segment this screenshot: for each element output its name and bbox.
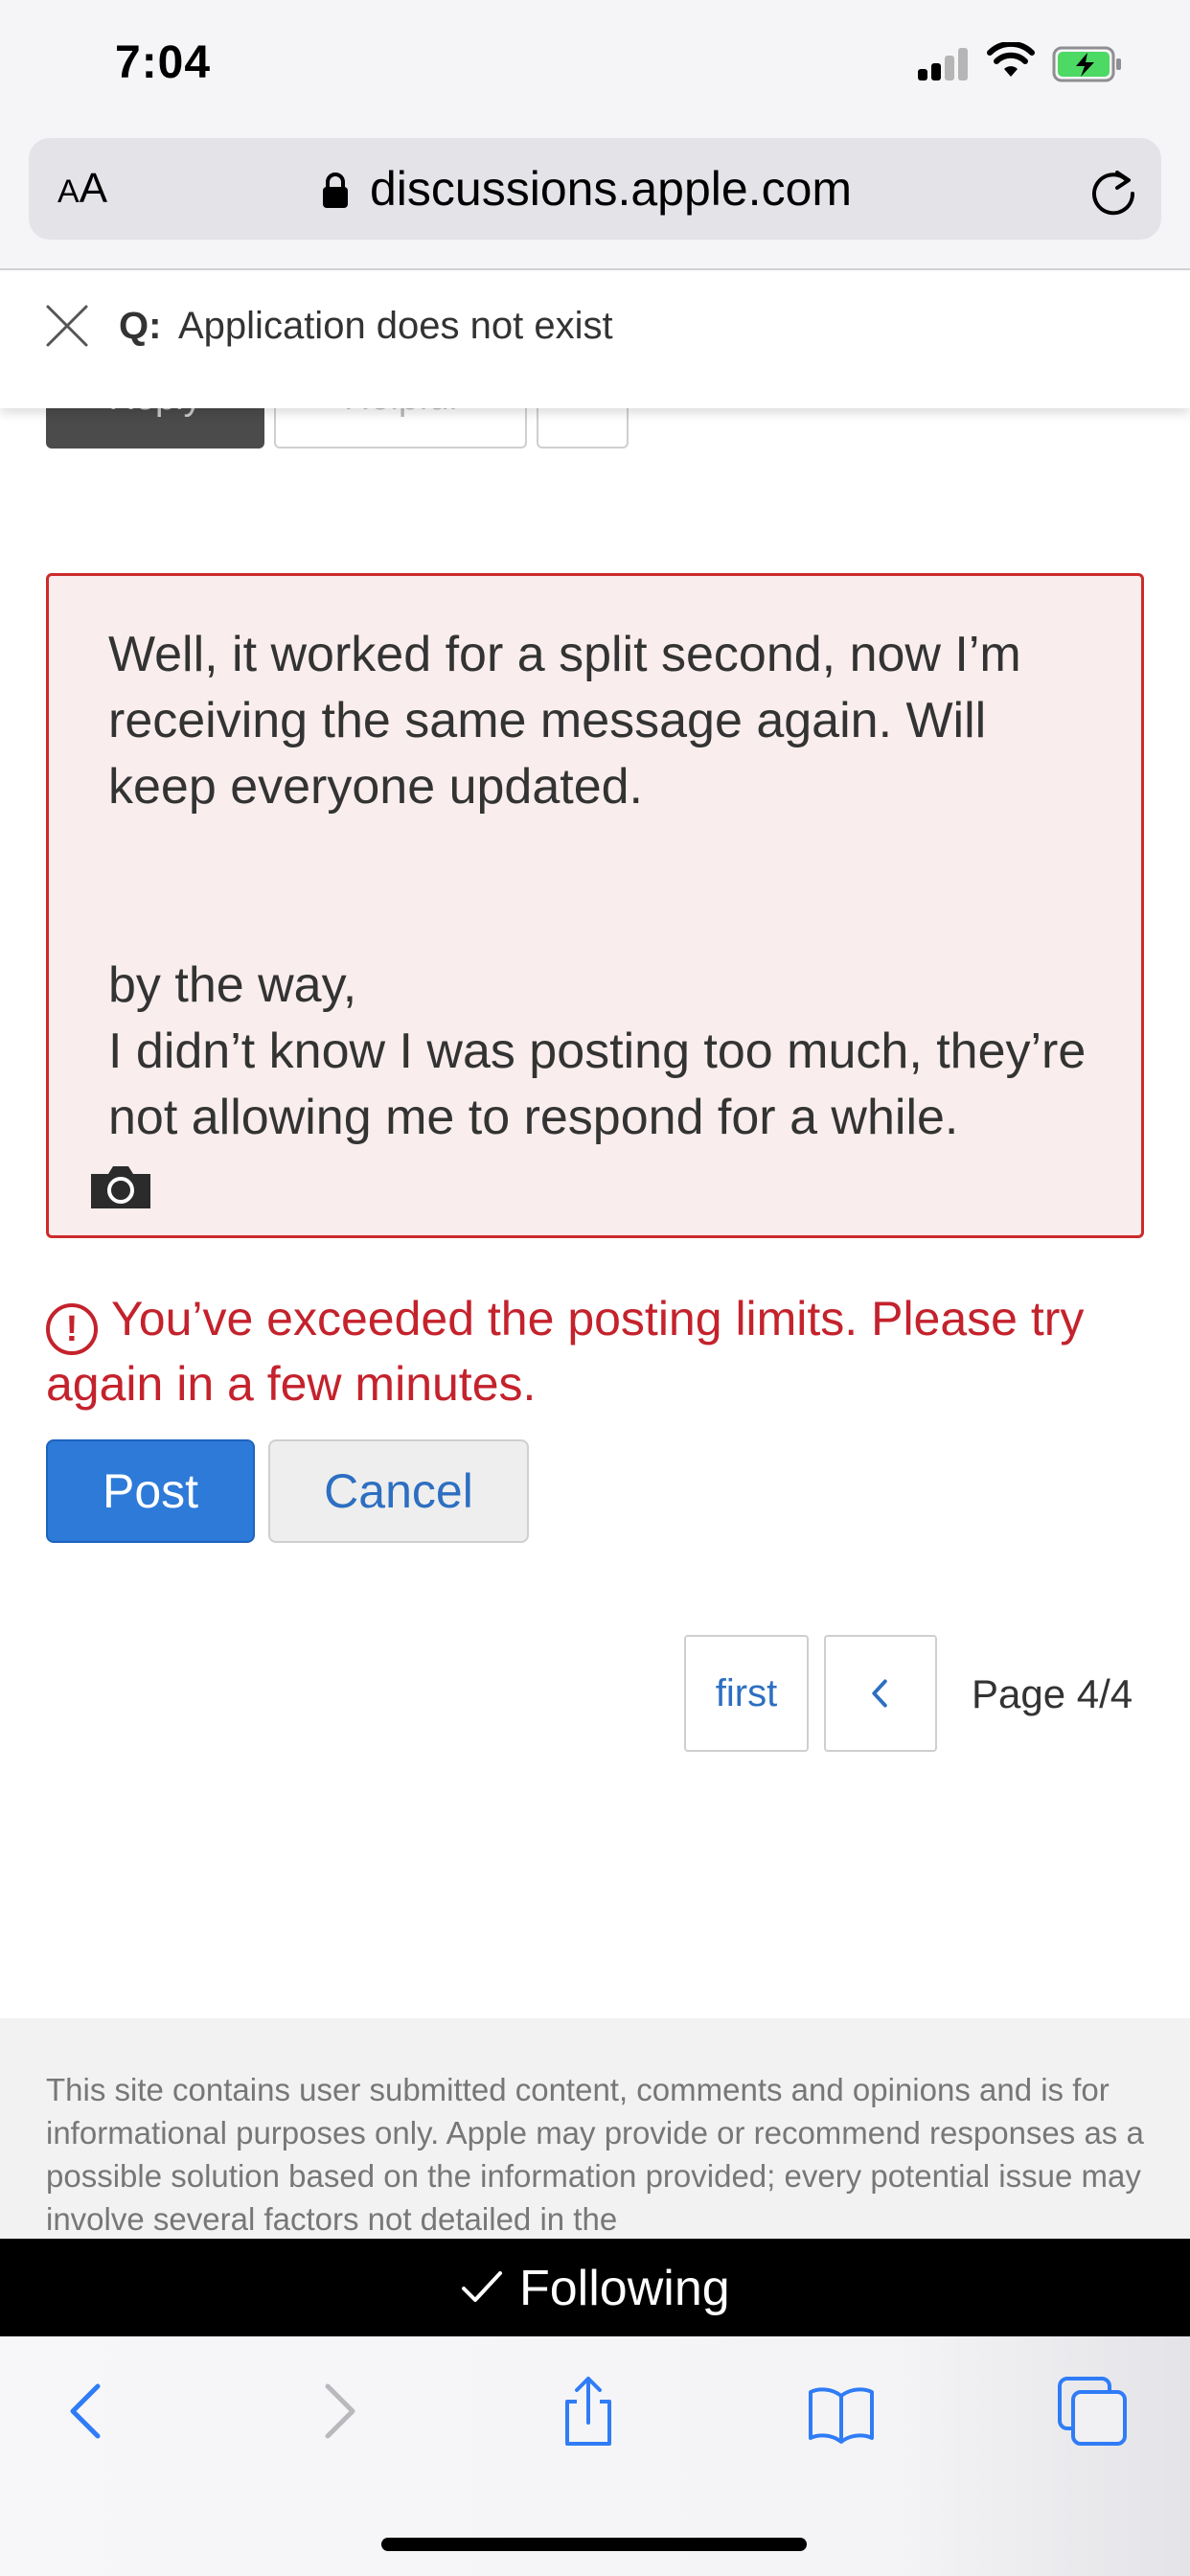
reply-line: by the way, (108, 957, 357, 1013)
checkmark-icon (462, 2271, 502, 2302)
error-text: You’ve exceeded the posting limits. Plea… (46, 1292, 1085, 1411)
wifi-icon (987, 42, 1035, 77)
address-bar[interactable]: AA discussions.apple.com (29, 138, 1161, 240)
browser-address-area: AA discussions.apple.com (0, 134, 1190, 270)
reply-content[interactable]: Well, it worked for a split second, now … (108, 622, 1105, 1151)
question-prefix: Q: (119, 305, 162, 347)
tabs-icon[interactable] (1054, 2373, 1131, 2450)
question-title: Application does not exist (178, 305, 613, 347)
close-icon[interactable] (42, 301, 92, 351)
reply-line: I didn’t know I was posting too much, th… (108, 1024, 1087, 1145)
back-icon[interactable] (50, 2373, 126, 2450)
status-time: 7:04 (115, 37, 212, 88)
disclaimer-text: This site contains user submitted conten… (46, 2072, 1144, 2237)
following-bar[interactable]: Following (0, 2239, 1190, 2336)
footer-disclaimer: This site contains user submitted conten… (0, 2018, 1190, 2239)
browser-toolbar (0, 2336, 1190, 2576)
pagination-prev-button[interactable] (824, 1635, 937, 1752)
pagination-first-button[interactable]: first (684, 1635, 809, 1752)
post-button[interactable]: Post (46, 1439, 255, 1543)
cellular-signal-icon (918, 48, 970, 80)
page-indicator: Page 4/4 (972, 1671, 1133, 1716)
error-message: ! You’ve exceeded the posting limits. Ple… (46, 1290, 1157, 1413)
chevron-left-icon (872, 1679, 887, 1708)
text-size-button[interactable]: AA (57, 165, 107, 213)
url-domain[interactable]: discussions.apple.com (370, 161, 852, 217)
share-icon[interactable] (550, 2373, 627, 2450)
following-label: Following (519, 2261, 730, 2316)
battery-charging-icon (1052, 46, 1121, 82)
forward-icon[interactable] (299, 2373, 376, 2450)
status-bar: 7:04 (0, 0, 1190, 134)
alert-icon: ! (46, 1303, 98, 1355)
home-indicator[interactable] (381, 2538, 807, 2551)
cancel-button[interactable]: Cancel (268, 1439, 529, 1543)
lock-icon (323, 172, 348, 208)
question-header: Q: Application does not exist (0, 272, 1190, 408)
camera-icon[interactable] (87, 1161, 154, 1210)
reply-paragraph: Well, it worked for a split second, now … (108, 627, 1021, 815)
reload-icon[interactable] (1088, 167, 1138, 217)
reply-textarea[interactable]: Well, it worked for a split second, now … (46, 573, 1144, 1238)
bookmarks-icon[interactable] (803, 2373, 880, 2450)
